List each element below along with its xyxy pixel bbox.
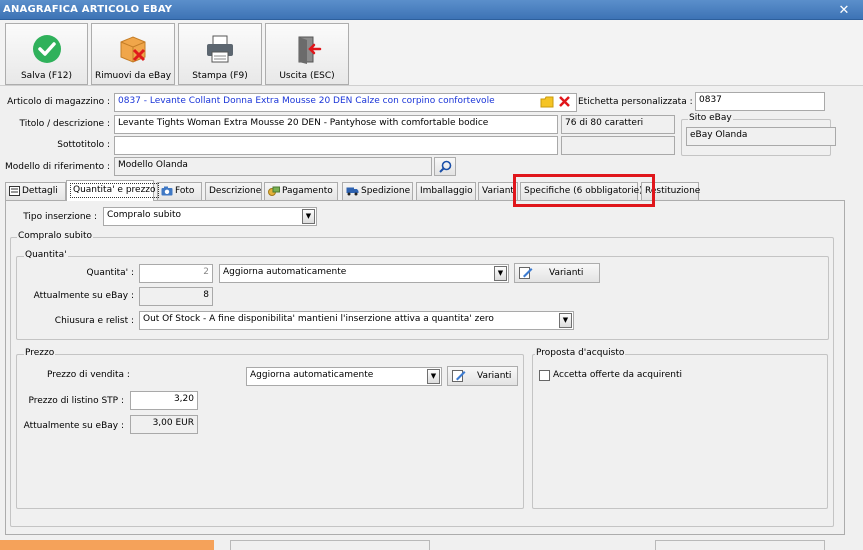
tab-dettagli[interactable]: Dettagli xyxy=(5,182,66,200)
chevron-down-icon[interactable]: ▼ xyxy=(427,369,440,384)
tab-bar: Dettagli Quantita' e prezzo Foto Descriz… xyxy=(5,180,705,201)
chevron-down-icon[interactable]: ▼ xyxy=(559,313,572,328)
tab-descrizione-label: Descrizione xyxy=(209,186,262,196)
tab-descrizione[interactable]: Descrizione xyxy=(205,182,262,200)
save-button[interactable]: Salva (F12) xyxy=(5,23,88,85)
quantita-label: Quantita' : xyxy=(86,268,134,278)
details-icon xyxy=(9,185,20,196)
exit-button-label: Uscita (ESC) xyxy=(279,71,335,81)
clear-icon[interactable] xyxy=(558,95,571,108)
modello-field: Modello Olanda xyxy=(114,157,432,176)
print-button-label: Stampa (F9) xyxy=(192,71,248,81)
modello-search-button[interactable] xyxy=(434,157,456,176)
articolo-field[interactable]: 0837 - Levante Collant Donna Extra Mouss… xyxy=(114,93,577,112)
camera-icon xyxy=(161,186,173,195)
window-title: ANAGRAFICA ARTICOLO EBAY xyxy=(3,4,173,15)
check-circle-icon xyxy=(32,35,61,63)
sottotitolo-label: Sottotitolo : xyxy=(57,140,110,150)
attuale-prezzo-field: 3,00 EUR xyxy=(130,415,198,434)
print-button[interactable]: Stampa (F9) xyxy=(178,23,262,85)
compralo-subito-title: Compralo subito xyxy=(17,231,93,241)
remove-button-label: Rimuovi da eBay xyxy=(94,71,172,81)
etichetta-field[interactable]: 0837 xyxy=(695,92,825,111)
prezzo-mode-value: Aggiorna automaticamente xyxy=(250,370,374,380)
tab-pagamento-label: Pagamento xyxy=(282,186,333,196)
tab-spedizione-label: Spedizione xyxy=(361,186,411,196)
truck-icon xyxy=(346,187,359,195)
search-icon xyxy=(439,160,452,173)
status-strip xyxy=(0,538,863,550)
tab-restituzione-label: Restituzione xyxy=(645,186,701,196)
char-count: 76 di 80 caratteri xyxy=(561,115,675,134)
edit-icon xyxy=(452,370,466,382)
prezzo-group-title: Prezzo xyxy=(24,348,56,358)
proposta-group-title: Proposta d'acquisto xyxy=(535,348,626,358)
chiusura-value: Out Of Stock - A fine disponibilita' man… xyxy=(143,314,494,324)
tipo-inserzione-select[interactable]: Compralo subito ▼ xyxy=(103,207,317,226)
attuale-quantita-field: 8 xyxy=(139,287,213,306)
printer-icon xyxy=(207,35,233,63)
modello-label: Modello di riferimento : xyxy=(5,162,111,172)
box-remove-icon xyxy=(120,36,146,63)
chiusura-select[interactable]: Out Of Stock - A fine disponibilita' man… xyxy=(139,311,574,330)
varianti-prezzo-label: Varianti xyxy=(477,371,512,381)
tipo-inserzione-value: Compralo subito xyxy=(107,210,181,220)
quantita-field[interactable]: 2 xyxy=(139,264,213,283)
tab-specifiche[interactable]: Specifiche (6 obbligatorie) xyxy=(520,182,643,200)
chevron-down-icon[interactable]: ▼ xyxy=(494,266,507,281)
attuale-prezzo-label: Attualmente su eBay : xyxy=(23,421,124,431)
varianti-quantita-label: Varianti xyxy=(549,268,584,278)
bottom-button-right[interactable] xyxy=(655,540,825,550)
accetta-offerte-checkbox[interactable] xyxy=(539,370,550,381)
tab-specifiche-label: Specifiche (6 obbligatorie) xyxy=(524,186,643,196)
window-titlebar: ANAGRAFICA ARTICOLO EBAY ✕ xyxy=(0,0,863,20)
bottom-accent-bar xyxy=(0,540,214,550)
quantita-mode-value: Aggiorna automaticamente xyxy=(223,267,347,277)
varianti-quantita-button[interactable]: Varianti xyxy=(514,263,600,283)
tab-imballaggio-label: Imballaggio xyxy=(420,186,473,196)
titolo-field[interactable]: Levante Tights Woman Extra Mousse 20 DEN… xyxy=(114,115,558,134)
tab-varianti-label: Varianti xyxy=(482,186,517,196)
tab-dettagli-label: Dettagli xyxy=(22,186,58,196)
toolbar: Salva (F12) Rimuovi da eBay Stampa (F9) … xyxy=(0,20,863,86)
close-icon[interactable]: ✕ xyxy=(831,3,857,18)
sito-ebay-field: eBay Olanda xyxy=(686,127,836,146)
attuale-quantita-label: Attualmente su eBay : xyxy=(33,291,134,301)
tab-foto-label: Foto xyxy=(175,186,195,196)
sottotitolo-count xyxy=(561,136,675,155)
tab-foto[interactable]: Foto xyxy=(157,182,202,200)
tab-pagamento[interactable]: Pagamento xyxy=(264,182,338,200)
exit-button[interactable]: Uscita (ESC) xyxy=(265,23,349,85)
prezzo-vendita-label: Prezzo di vendita : xyxy=(47,370,130,380)
save-button-label: Salva (F12) xyxy=(20,71,73,81)
chiusura-label: Chiusura e relist : xyxy=(54,316,134,326)
listino-label: Prezzo di listino STP : xyxy=(28,396,124,406)
quantita-group-title: Quantita' xyxy=(24,250,68,260)
chevron-down-icon[interactable]: ▼ xyxy=(302,209,315,224)
tab-quantita-prezzo[interactable]: Quantita' e prezzo xyxy=(66,180,159,201)
tab-spedizione[interactable]: Spedizione xyxy=(342,182,413,200)
tab-restituzione[interactable]: Restituzione xyxy=(641,182,701,200)
tab-varianti[interactable]: Varianti xyxy=(478,182,518,200)
sottotitolo-field[interactable] xyxy=(114,136,558,155)
prezzo-mode-select[interactable]: Aggiorna automaticamente ▼ xyxy=(246,367,442,386)
tipo-inserzione-label: Tipo inserzione : xyxy=(23,212,97,222)
payment-icon xyxy=(268,186,280,196)
edit-icon xyxy=(519,267,533,279)
articolo-label: Articolo di magazzino : xyxy=(7,97,110,107)
folder-icon[interactable] xyxy=(540,96,554,108)
quantita-mode-select[interactable]: Aggiorna automaticamente ▼ xyxy=(219,264,509,283)
etichetta-label: Etichetta personalizzata : xyxy=(578,97,693,107)
tab-quantita-label: Quantita' e prezzo xyxy=(70,183,159,198)
titolo-label: Titolo / descrizione : xyxy=(19,119,110,129)
bottom-button-left[interactable] xyxy=(230,540,430,550)
listino-field[interactable]: 3,20 xyxy=(130,391,198,410)
tab-imballaggio[interactable]: Imballaggio xyxy=(416,182,476,200)
remove-from-ebay-button[interactable]: Rimuovi da eBay xyxy=(91,23,175,85)
sito-ebay-title: Sito eBay xyxy=(688,113,733,123)
varianti-prezzo-button[interactable]: Varianti xyxy=(447,366,518,386)
exit-door-icon xyxy=(298,36,322,64)
accetta-offerte-label: Accetta offerte da acquirenti xyxy=(553,370,682,380)
